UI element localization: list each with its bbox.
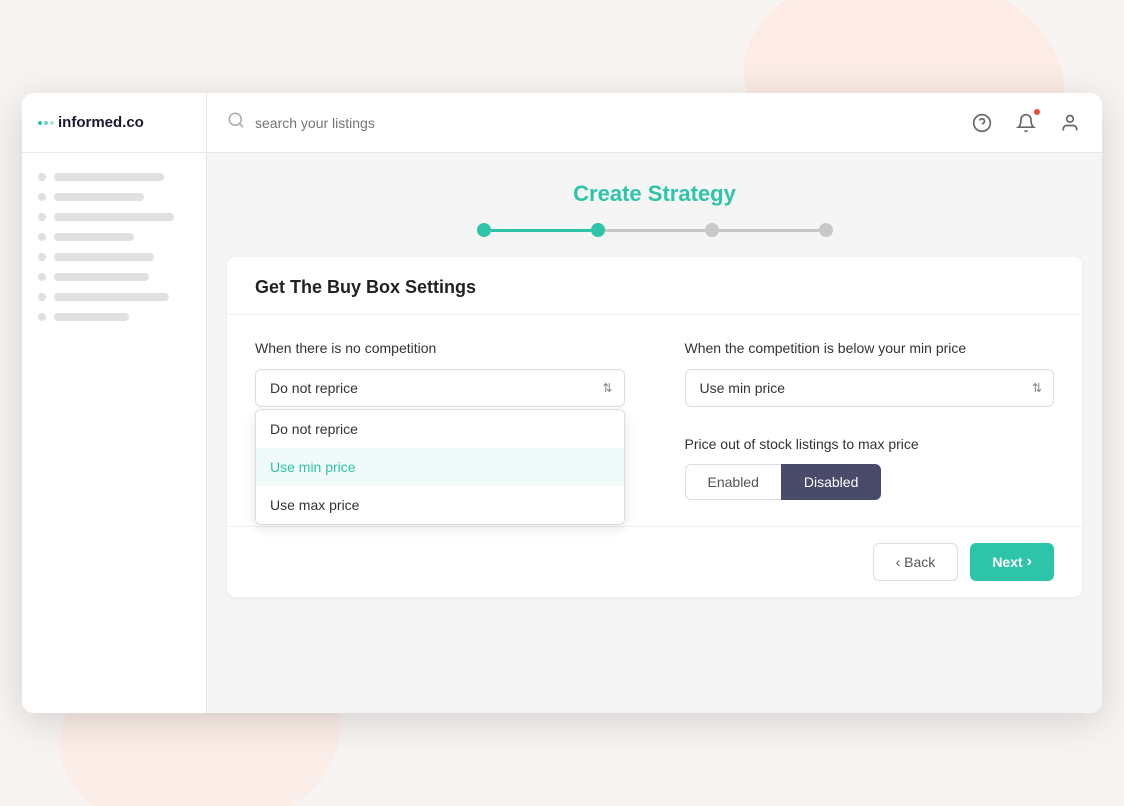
- no-competition-group: When there is no competition Do not repr…: [255, 339, 625, 407]
- out-of-stock-toggle-group: Enabled Disabled: [685, 464, 1055, 500]
- notification-icon[interactable]: [1014, 111, 1038, 135]
- sidebar-skeleton-item: [38, 293, 190, 301]
- logo-area: informed.co: [22, 93, 207, 153]
- outer-background: informed.co: [0, 0, 1124, 806]
- skeleton-dot: [38, 293, 46, 301]
- step-dot-1: [477, 223, 491, 237]
- skeleton-line: [54, 173, 164, 181]
- profile-icon[interactable]: [1058, 111, 1082, 135]
- next-button[interactable]: Next: [970, 543, 1054, 581]
- content-area: Create Strategy Get The Buy Box Sett: [207, 153, 1102, 713]
- wizard-title: Create Strategy: [207, 181, 1102, 207]
- sidebar-skeleton-item: [38, 193, 190, 201]
- step-line-1: [491, 229, 591, 232]
- settings-panel-header: Get The Buy Box Settings: [227, 257, 1082, 315]
- help-icon[interactable]: [970, 111, 994, 135]
- sidebar: [22, 153, 207, 713]
- skeleton-line: [54, 313, 129, 321]
- no-competition-dropdown[interactable]: Do not reprice Use min price Use max pri…: [255, 409, 625, 525]
- sidebar-skeleton-item: [38, 273, 190, 281]
- step-dot-2: [591, 223, 605, 237]
- settings-panel-body: When there is no competition Do not repr…: [227, 315, 1082, 526]
- settings-panel: Get The Buy Box Settings When there is n…: [227, 257, 1082, 597]
- settings-panel-title: Get The Buy Box Settings: [255, 277, 1054, 298]
- app-window: informed.co: [22, 93, 1102, 713]
- dropdown-item-do-not-reprice[interactable]: Do not reprice: [256, 410, 624, 448]
- step-line-2: [605, 229, 705, 232]
- skeleton-line: [54, 253, 154, 261]
- no-competition-label: When there is no competition: [255, 339, 625, 359]
- skeleton-dot: [38, 313, 46, 321]
- dropdown-item-use-min-price[interactable]: Use min price: [256, 448, 624, 486]
- logo-text: informed.co: [58, 114, 144, 131]
- notification-badge: [1033, 108, 1041, 116]
- sidebar-skeleton-item: [38, 253, 190, 261]
- skeleton-dot: [38, 213, 46, 221]
- skeleton-dot: [38, 173, 46, 181]
- logo-dot-2: [44, 121, 48, 125]
- logo-dot-1: [38, 121, 42, 125]
- competition-below-min-select-wrapper: Use min price Use max price Do not repri…: [685, 369, 1055, 407]
- skeleton-line: [54, 273, 149, 281]
- skeleton-dot: [38, 273, 46, 281]
- disabled-toggle[interactable]: Disabled: [781, 464, 881, 500]
- skeleton-line: [54, 193, 144, 201]
- sidebar-skeleton-item: [38, 313, 190, 321]
- search-input[interactable]: [255, 115, 930, 131]
- out-of-stock-group: Price out of stock listings to max price…: [685, 435, 1055, 503]
- no-competition-select[interactable]: Do not reprice Use min price Use max pri…: [255, 369, 625, 407]
- logo-dots: [38, 121, 54, 125]
- sidebar-skeleton-item: [38, 213, 190, 221]
- skeleton-dot: [38, 253, 46, 261]
- main-layout: Create Strategy Get The Buy Box Sett: [22, 153, 1102, 713]
- skeleton-line: [54, 233, 134, 241]
- step-dot-3: [705, 223, 719, 237]
- competition-below-min-group: When the competition is below your min p…: [685, 339, 1055, 407]
- panel-footer: ‹ Back Next: [227, 526, 1082, 597]
- skeleton-line: [54, 213, 174, 221]
- skeleton-dot: [38, 193, 46, 201]
- search-icon: [227, 111, 245, 134]
- no-competition-select-wrapper: Do not reprice Use min price Use max pri…: [255, 369, 625, 407]
- step-dot-4: [819, 223, 833, 237]
- skeleton-line: [54, 293, 169, 301]
- enabled-toggle[interactable]: Enabled: [685, 464, 781, 500]
- skeleton-dot: [38, 233, 46, 241]
- logo-dot-3: [50, 121, 54, 125]
- step-line-3: [719, 229, 819, 232]
- sidebar-skeleton: [38, 173, 190, 321]
- header-icons: [950, 111, 1102, 135]
- search-area: [207, 111, 950, 134]
- out-of-stock-label: Price out of stock listings to max price: [685, 435, 1055, 455]
- logo: informed.co: [38, 114, 144, 131]
- competition-below-min-label: When the competition is below your min p…: [685, 339, 1055, 359]
- competition-below-min-select[interactable]: Use min price Use max price Do not repri…: [685, 369, 1055, 407]
- app-header: informed.co: [22, 93, 1102, 153]
- progress-steps: [207, 223, 1102, 237]
- back-button[interactable]: ‹ Back: [873, 543, 959, 581]
- sidebar-skeleton-item: [38, 233, 190, 241]
- sidebar-skeleton-item: [38, 173, 190, 181]
- wizard-header: Create Strategy: [207, 153, 1102, 257]
- dropdown-item-use-max-price[interactable]: Use max price: [256, 486, 624, 524]
